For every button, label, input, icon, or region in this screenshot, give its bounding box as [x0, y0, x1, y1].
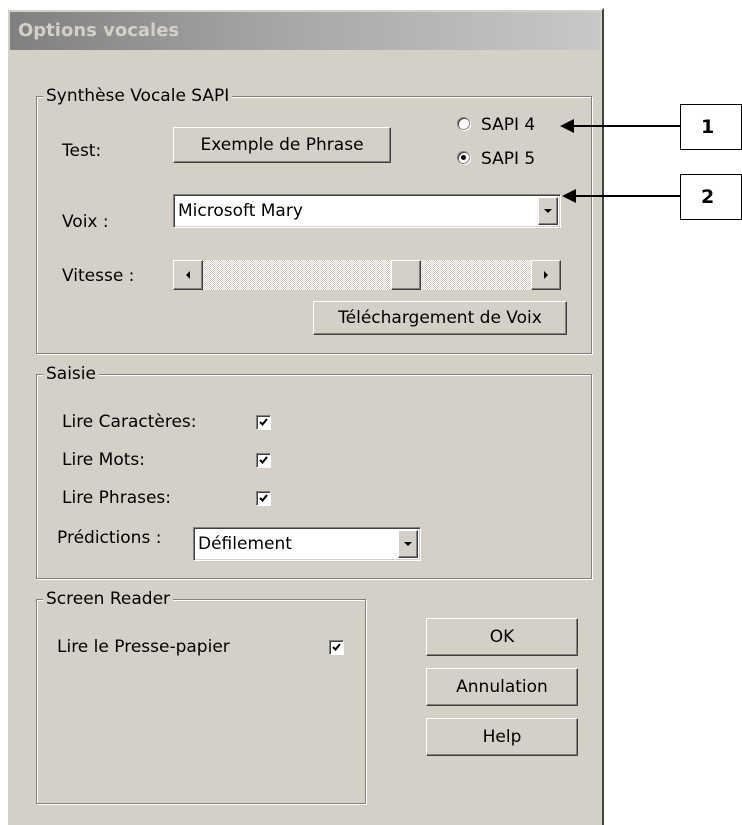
predictions-select-value: Défilement	[198, 534, 292, 554]
cancel-button[interactable]: Annulation	[426, 668, 578, 706]
speed-slider[interactable]	[173, 260, 561, 290]
read-characters-checkbox[interactable]	[256, 415, 271, 430]
title-bar: Options vocales	[10, 12, 600, 50]
voice-download-button[interactable]: Téléchargement de Voix	[313, 301, 567, 335]
radio-sapi4-circle[interactable]	[457, 117, 470, 130]
voice-select[interactable]: Microsoft Mary	[173, 194, 561, 228]
speed-slider-right-button[interactable]	[531, 260, 561, 290]
screen-reader-group: Screen Reader Lire le Presse-papier	[36, 588, 366, 804]
predictions-label: Prédictions :	[57, 528, 162, 548]
voice-select-value: Microsoft Mary	[178, 201, 303, 221]
speed-slider-left-button[interactable]	[173, 260, 203, 290]
window-title: Options vocales	[18, 20, 180, 41]
checkmark-icon	[332, 643, 341, 651]
arrow-right-icon	[544, 271, 548, 279]
radio-sapi4[interactable]: SAPI 4	[457, 114, 577, 136]
callout-2: 2	[680, 174, 742, 220]
read-clipboard-label: Lire le Presse-papier	[57, 637, 230, 657]
speed-slider-thumb[interactable]	[390, 260, 421, 290]
radio-sapi5-label: SAPI 5	[481, 149, 536, 169]
screen-reader-group-legend: Screen Reader	[43, 588, 174, 610]
read-words-label: Lire Mots:	[62, 450, 145, 470]
radio-sapi5-circle[interactable]	[457, 151, 470, 164]
callout-2-number: 2	[701, 186, 715, 208]
voice-dropdown-button[interactable]	[538, 197, 558, 225]
ok-button[interactable]: OK	[426, 618, 578, 656]
voice-label: Voix :	[62, 212, 109, 232]
arrow-left-icon	[186, 271, 190, 279]
test-label: Test:	[62, 141, 102, 161]
callout-1-number: 1	[701, 116, 715, 138]
input-group: Saisie Lire Caractères: Lire Mots: Lire …	[36, 363, 592, 579]
read-characters-label: Lire Caractères:	[62, 412, 197, 432]
chevron-down-icon	[404, 542, 412, 546]
checkmark-icon	[259, 418, 268, 426]
read-words-checkbox[interactable]	[256, 453, 271, 468]
read-sentences-label: Lire Phrases:	[62, 488, 172, 508]
help-button[interactable]: Help	[426, 718, 578, 756]
checkmark-icon	[259, 494, 268, 502]
input-group-legend: Saisie	[43, 363, 99, 385]
read-sentences-checkbox[interactable]	[256, 491, 271, 506]
radio-sapi4-label: SAPI 4	[481, 115, 536, 135]
options-dialog: Options vocales Synthèse Vocale SAPI Tes…	[6, 8, 604, 825]
callout-1: 1	[680, 104, 742, 150]
radio-sapi5[interactable]: SAPI 5	[457, 146, 577, 169]
chevron-down-icon	[544, 209, 552, 213]
read-clipboard-checkbox[interactable]	[329, 640, 344, 655]
checkmark-icon	[259, 456, 268, 464]
sapi-group-legend: Synthèse Vocale SAPI	[43, 85, 233, 107]
predictions-dropdown-button[interactable]	[398, 530, 418, 558]
example-sentence-button[interactable]: Exemple de Phrase	[173, 127, 391, 163]
speed-slider-track[interactable]	[173, 260, 561, 290]
sapi-group: Synthèse Vocale SAPI Test: Exemple de Ph…	[36, 85, 592, 354]
radio-selected-dot	[461, 155, 466, 160]
predictions-select[interactable]: Défilement	[193, 527, 421, 561]
speed-label: Vitesse :	[62, 266, 135, 286]
